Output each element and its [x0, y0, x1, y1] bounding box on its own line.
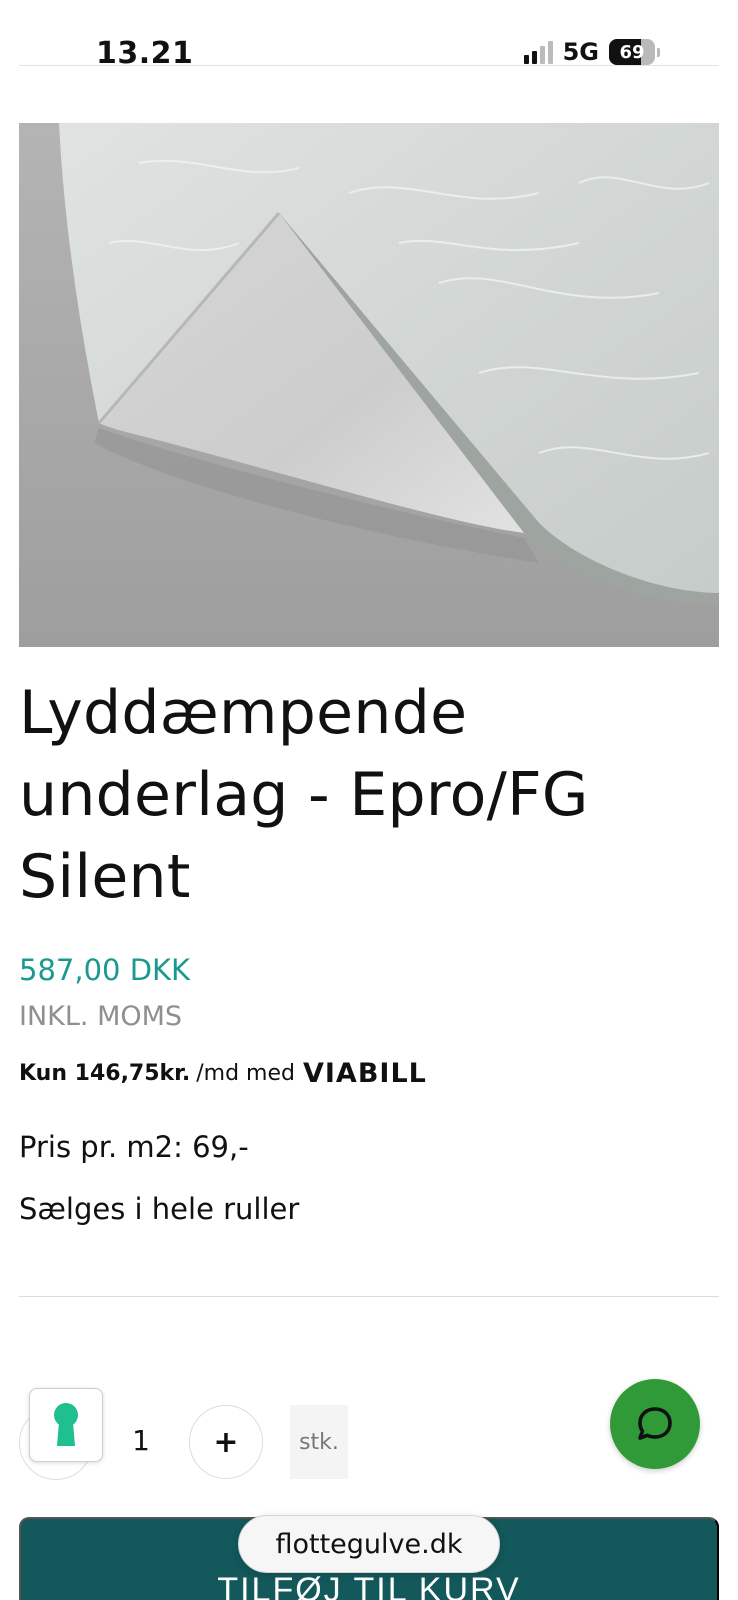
installment-period: /md med [196, 1061, 295, 1086]
installment-amount: Kun 146,75kr. [19, 1061, 191, 1086]
product-image[interactable] [19, 123, 719, 647]
installment-offer[interactable]: Kun 146,75kr. /md med VIABILL [19, 1058, 427, 1089]
battery-level: 69 [619, 41, 645, 63]
quantity-value[interactable]: 1 [126, 1424, 156, 1457]
keyhole-icon [54, 1403, 78, 1446]
section-divider [19, 1296, 719, 1297]
product-title: Lyddæmpende underlag - Epro/FG Silent [19, 678, 589, 912]
trust-badge[interactable] [29, 1388, 103, 1462]
status-indicators: 5G 69 [523, 38, 660, 66]
sold-as-note: Sælges i hele ruller [19, 1192, 300, 1226]
browser-url-bar[interactable]: flottegulve.dk [238, 1515, 500, 1573]
network-type: 5G [562, 38, 599, 66]
header-divider [19, 65, 719, 66]
underlay-roll-image [19, 123, 719, 647]
price-per-m2: Pris pr. m2: 69,- [19, 1130, 249, 1164]
chat-button[interactable] [610, 1379, 700, 1469]
battery-icon: 69 [609, 39, 655, 65]
viabill-logo: VIABILL [302, 1058, 427, 1089]
status-bar: 13.21 5G 69 [0, 0, 738, 71]
chat-bubble-icon [638, 1407, 672, 1440]
quantity-increase-button[interactable]: + [189, 1405, 263, 1479]
quantity-unit: stk. [290, 1405, 348, 1479]
product-price: 587,00 DKK [19, 953, 191, 987]
vat-note: INKL. MOMS [19, 1001, 183, 1032]
signal-icon [523, 40, 553, 64]
battery-tip [657, 47, 660, 57]
